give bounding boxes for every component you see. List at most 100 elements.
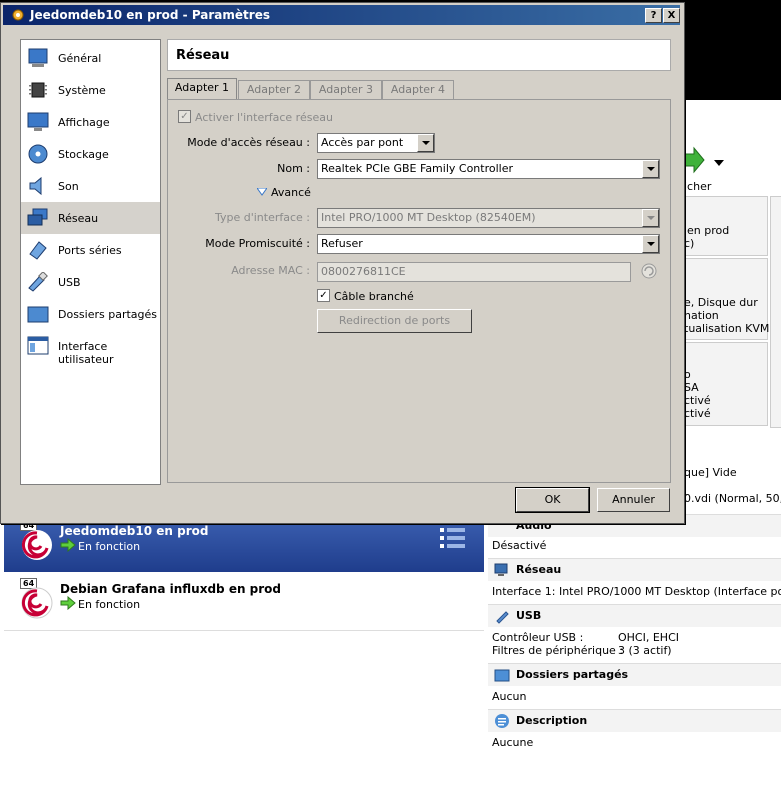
enable-interface-label: Activer l'interface réseau xyxy=(195,111,333,124)
toolbar-fragment: icher xyxy=(684,180,712,193)
detail-fragment: SA xyxy=(684,381,699,394)
expand-triangle-icon[interactable] xyxy=(257,188,267,196)
tab-adapter-3[interactable]: Adapter 3 xyxy=(310,80,382,99)
sidebar-item-serial-ports[interactable]: Ports séries xyxy=(21,234,160,266)
chevron-down-icon[interactable] xyxy=(642,235,659,253)
interface-type-select[interactable]: Intel PRO/1000 MT Desktop (82540EM) xyxy=(317,208,660,228)
sidebar-item-label: Stockage xyxy=(58,148,109,161)
serial-icon xyxy=(29,241,47,260)
detail-fragment: o xyxy=(684,368,691,381)
adapter-name-select[interactable]: Realtek PCIe GBE Family Controller xyxy=(317,159,660,179)
tab-adapter-1[interactable]: Adapter 1 xyxy=(167,78,237,100)
network-header: Réseau xyxy=(488,558,781,581)
detail-fragment: e, Disque dur xyxy=(684,296,758,309)
dialog-titlebar[interactable]: Jeedomdeb10 en prod - Paramètres ? X xyxy=(3,5,680,25)
adapter-tab-panel xyxy=(167,99,671,483)
shared-folders-value: Aucun xyxy=(492,690,527,703)
detail-fragment: que] Vide xyxy=(684,466,737,479)
chevron-down-icon[interactable] xyxy=(714,160,724,168)
refresh-mac-icon[interactable] xyxy=(640,262,658,280)
network-icon xyxy=(27,208,48,226)
network-icon xyxy=(494,563,508,576)
sidebar-item-shared-folders[interactable]: Dossiers partagés xyxy=(21,298,160,330)
disk-icon xyxy=(28,144,48,164)
settings-sidebar: Général Système Affichage Stockage Son R… xyxy=(20,39,161,485)
vm-state: En fonction xyxy=(78,598,141,611)
close-button[interactable]: X xyxy=(663,8,680,23)
adapter-name-label: Nom : xyxy=(277,162,310,175)
detail-fragment: en prod xyxy=(687,224,730,237)
sidebar-item-label: Dossiers partagés xyxy=(58,308,158,321)
usb-filters-value: 3 (3 actif) xyxy=(618,644,672,657)
audio-value: Désactivé xyxy=(492,539,547,552)
cable-connected-checkbox[interactable]: ✓ xyxy=(317,289,330,302)
sidebar-item-label: Système xyxy=(58,84,106,97)
vm-item-debian-grafana[interactable]: 64 Debian Grafana influxdb en prod En fo… xyxy=(4,576,484,631)
chip-icon xyxy=(29,82,47,98)
chevron-down-icon[interactable] xyxy=(642,209,659,227)
usb-filters-label: Filtres de périphérique : xyxy=(492,644,624,657)
sidebar-item-audio[interactable]: Son xyxy=(21,170,160,202)
vm-name: Debian Grafana influxdb en prod xyxy=(60,582,282,596)
window-icon xyxy=(27,336,49,355)
settings-dialog: Jeedomdeb10 en prod - Paramètres ? X Gén… xyxy=(0,2,685,524)
enable-interface-checkbox[interactable]: ✓ xyxy=(178,110,191,123)
sidebar-item-display[interactable]: Affichage xyxy=(21,106,160,138)
access-mode-label: Mode d'accès réseau : xyxy=(187,136,310,149)
usb-icon xyxy=(28,272,48,292)
dialog-title: Jeedomdeb10 en prod - Paramètres xyxy=(30,8,270,22)
access-mode-select[interactable]: Accès par pont xyxy=(317,133,435,153)
detail-fragment: ctivé xyxy=(684,407,711,420)
preview-panel xyxy=(770,196,781,428)
sidebar-item-user-interface[interactable]: Interface utilisateur xyxy=(21,330,160,366)
chevron-down-icon[interactable] xyxy=(642,160,659,178)
promiscuous-mode-select[interactable]: Refuser xyxy=(317,234,660,254)
usb-controller-label: Contrôleur USB : xyxy=(492,631,584,644)
usb-controller-value: OHCI, EHCI xyxy=(618,631,679,644)
mac-address-field[interactable]: 0800276811CE xyxy=(317,262,631,282)
advanced-toggle[interactable]: Avancé xyxy=(271,186,311,199)
sidebar-item-label: Ports séries xyxy=(58,244,122,257)
interface-type-value: Intel PRO/1000 MT Desktop (82540EM) xyxy=(321,211,536,224)
description-icon xyxy=(495,714,509,728)
adapter-name-value: Realtek PCIe GBE Family Controller xyxy=(321,162,514,175)
detail-fragment: 0.vdi (Normal, 50,29 xyxy=(684,492,781,505)
sidebar-item-label: Affichage xyxy=(58,116,110,129)
debian-logo-icon xyxy=(21,587,53,619)
sidebar-item-system[interactable]: Système xyxy=(21,74,160,106)
detail-fragment: tualisation KVM xyxy=(684,322,770,335)
vm-state: En fonction xyxy=(78,540,141,553)
running-arrow-icon xyxy=(60,596,76,610)
access-mode-value: Accès par pont xyxy=(321,136,404,149)
sidebar-item-network[interactable]: Réseau xyxy=(21,202,160,234)
general-icon xyxy=(28,48,48,67)
sidebar-item-usb[interactable]: USB xyxy=(21,266,160,298)
vm-details-menu-icon[interactable] xyxy=(440,526,466,550)
sidebar-item-label: USB xyxy=(58,276,81,289)
section-title: Réseau xyxy=(176,48,230,63)
network-interface-line: Interface 1: Intel PRO/1000 MT Desktop (… xyxy=(492,585,781,598)
speaker-icon xyxy=(29,176,42,196)
usb-header: USB xyxy=(488,604,781,627)
detail-fragment: ctivé xyxy=(684,394,711,407)
mac-address-label: Adresse MAC : xyxy=(231,264,310,277)
port-forwarding-button[interactable]: Redirection de ports xyxy=(317,309,472,333)
detail-fragment: nation xyxy=(684,309,719,322)
sidebar-item-label: Son xyxy=(58,180,79,193)
sidebar-item-general[interactable]: Général xyxy=(21,42,160,74)
chevron-down-icon[interactable] xyxy=(417,134,434,152)
detail-fragment: c) xyxy=(684,237,695,250)
help-button[interactable]: ? xyxy=(645,8,662,23)
tab-adapter-2[interactable]: Adapter 2 xyxy=(238,80,310,99)
sidebar-item-label: Général xyxy=(58,52,102,65)
ok-button[interactable]: OK xyxy=(515,487,590,513)
sidebar-item-storage[interactable]: Stockage xyxy=(21,138,160,170)
vm-item-jeedomdeb10[interactable]: 64 Jeedomdeb10 en prod En fonction xyxy=(4,518,484,572)
folder-icon xyxy=(27,306,49,323)
description-value: Aucune xyxy=(492,736,534,749)
tab-adapter-4[interactable]: Adapter 4 xyxy=(382,80,454,99)
usb-icon xyxy=(496,611,509,624)
section-title-box: Réseau xyxy=(167,39,671,71)
interface-type-label: Type d'interface : xyxy=(214,211,310,224)
cancel-button[interactable]: Annuler xyxy=(597,488,670,512)
